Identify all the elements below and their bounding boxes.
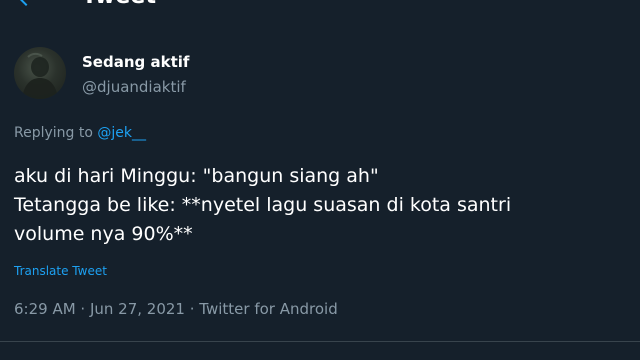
replying-to: Replying to @jek__ xyxy=(14,125,146,141)
replying-to-label: Replying to xyxy=(14,125,98,141)
translate-tweet-link[interactable]: Translate Tweet xyxy=(14,264,107,278)
tweet-source[interactable]: Twitter for Android xyxy=(199,300,337,318)
tweet-text: aku di hari Minggu: "bangun siang ah" Te… xyxy=(14,162,634,249)
tweet-time[interactable]: 6:29 AM xyxy=(14,300,76,318)
tweet-line: Tetangga be like: **nyetel lagu suasan d… xyxy=(14,194,512,216)
divider xyxy=(0,341,640,342)
tweet-meta: 6:29 AM · Jun 27, 2021 · Twitter for And… xyxy=(14,300,338,318)
tweet-line: volume nya 90%** xyxy=(14,223,193,245)
back-arrow-icon[interactable] xyxy=(14,0,38,10)
author-handle[interactable]: @djuandiaktif xyxy=(82,78,186,96)
tweet-line: aku di hari Minggu: "bangun siang ah" xyxy=(14,165,379,187)
top-bar: Tweet xyxy=(0,0,640,14)
meta-separator: · xyxy=(75,300,90,318)
avatar[interactable] xyxy=(14,47,66,99)
meta-separator: · xyxy=(184,300,200,318)
page-title: Tweet xyxy=(82,0,156,9)
mention-link[interactable]: @jek__ xyxy=(97,125,146,141)
author-display-name[interactable]: Sedang aktif xyxy=(82,53,189,71)
tweet-date[interactable]: Jun 27, 2021 xyxy=(90,300,185,318)
